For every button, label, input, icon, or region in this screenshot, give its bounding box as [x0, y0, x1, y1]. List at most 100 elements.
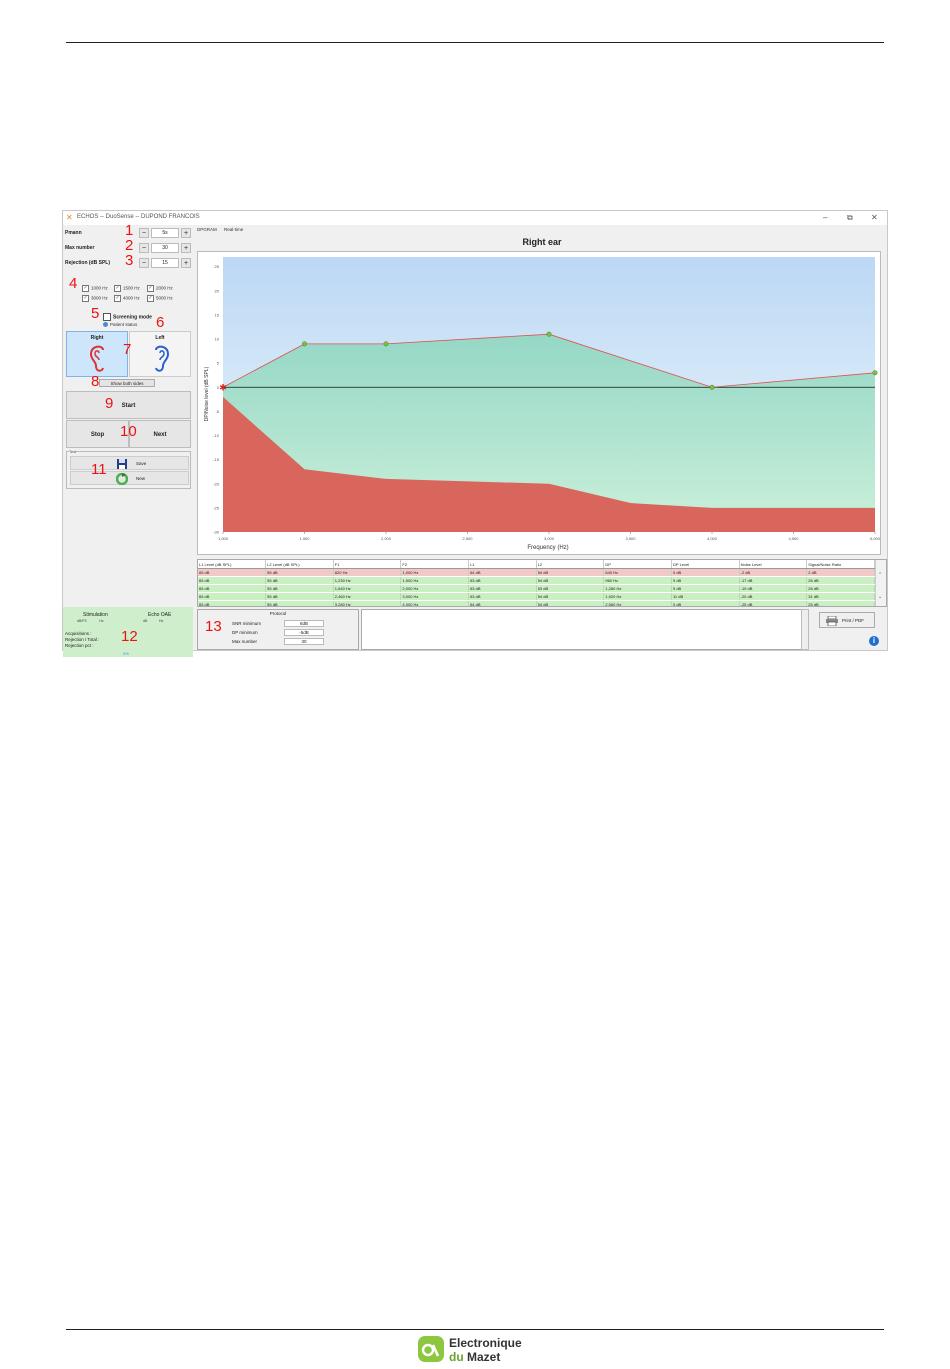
- freq-checkbox-5000[interactable]: ✓ 5000 Hz: [147, 295, 173, 302]
- tab-dpgram[interactable]: DPGRAM: [197, 227, 217, 232]
- chart-frame: -30 -25 -20 -15 -10 -5 0 5 10 15 20 25 1,000 1,500 2,0…: [197, 251, 881, 555]
- table-cell: 31 dB: [806, 592, 875, 601]
- decrement-button[interactable]: −: [139, 228, 149, 238]
- table-cell: 2,460 Hz: [333, 592, 402, 601]
- table-cell: 55 dB: [265, 568, 334, 577]
- column-header[interactable]: Noise Level: [739, 560, 808, 569]
- freq-checkbox-1000[interactable]: ✓ 1000 Hz: [82, 285, 108, 292]
- table-cell: -20 dB: [739, 592, 808, 601]
- x-tick-label: 3,500: [625, 536, 636, 541]
- annotation-11: 11: [91, 461, 107, 478]
- param-value[interactable]: 30: [151, 243, 179, 253]
- table-cell: 4,000 Hz: [400, 600, 470, 606]
- table-scrollbar[interactable]: ⌃ ⌄: [875, 560, 886, 606]
- freq-checkbox-2000[interactable]: ✓ 2000 Hz: [147, 285, 173, 292]
- table-cell: 55 dB: [265, 584, 334, 593]
- table-cell: 960 Hz: [603, 576, 672, 585]
- left-ear-label: Left: [155, 335, 165, 341]
- table-cell: 1,280 Hz: [603, 584, 672, 593]
- x-tick-label: 1,500: [299, 536, 310, 541]
- column-header[interactable]: L2 Level (dB SPL): [265, 560, 334, 569]
- screening-mode-checkbox[interactable]: Screening mode: [103, 313, 152, 321]
- annotation-13: 13: [205, 618, 222, 635]
- y-tick-label: -5: [215, 409, 219, 414]
- dp-minimum-field[interactable]: -5dB: [284, 629, 324, 636]
- print-pdf-button[interactable]: Print / PDF: [819, 612, 875, 628]
- table-cell: 63 dB: [468, 592, 537, 601]
- param-value[interactable]: 5s: [151, 228, 179, 238]
- notes-scrollbar[interactable]: [801, 609, 809, 650]
- table-cell: 65 dB: [198, 600, 267, 606]
- column-header[interactable]: F2: [400, 560, 470, 569]
- column-header[interactable]: L2: [536, 560, 605, 569]
- protocol-label: SNR minimum: [232, 621, 262, 626]
- maximize-button[interactable]: ⧉: [847, 213, 853, 223]
- annotation-4: 4: [69, 275, 78, 292]
- param-value[interactable]: 15: [151, 258, 179, 268]
- save-button[interactable]: Save: [70, 456, 189, 470]
- x-tick-label: 2,000: [381, 536, 392, 541]
- table-cell: 25 dB: [806, 600, 875, 606]
- app-logo-icon: ✕: [66, 213, 73, 222]
- app-window: ✕ ECHOS -- DuoSense -- DUPOND FRANCOIS –…: [62, 210, 888, 657]
- table-row[interactable]: 65 dB 55 dB 1,640 Hz 2,000 Hz 63 dB 53 dB 1,28…: [198, 584, 875, 593]
- left-ear-button[interactable]: Left: [129, 331, 191, 377]
- column-header[interactable]: L1: [468, 560, 537, 569]
- decrement-button[interactable]: −: [139, 243, 149, 253]
- table-cell: -19 dB: [739, 584, 808, 593]
- close-button[interactable]: ✕: [871, 213, 878, 222]
- next-button[interactable]: Next: [129, 420, 191, 448]
- snr-minimum-field[interactable]: 6dB: [284, 620, 324, 627]
- stimulation-unit: dB/FS Hz: [77, 619, 104, 623]
- table-cell: 64 dB: [468, 600, 537, 606]
- tab-real-time[interactable]: Real-time: [224, 227, 243, 232]
- scroll-down-icon[interactable]: ⌄: [878, 594, 882, 600]
- column-header[interactable]: L1 Level (dB SPL): [198, 560, 267, 569]
- table-cell: 63 dB: [468, 584, 537, 593]
- refresh-icon: [116, 473, 128, 485]
- right-ear-label: Right: [90, 335, 104, 341]
- show-both-sides-button[interactable]: Show both sides: [99, 379, 155, 387]
- decrement-button[interactable]: −: [139, 258, 149, 268]
- annotation-5: 5: [91, 305, 100, 322]
- scroll-up-icon[interactable]: ⌃: [878, 572, 882, 578]
- rejection-total-label: Rejection / Total :: [65, 637, 100, 642]
- column-header[interactable]: DP: [603, 560, 672, 569]
- new-button[interactable]: New: [70, 471, 189, 485]
- table-cell: 54 dB: [536, 568, 605, 577]
- column-header[interactable]: Signal/Noise Ratio: [806, 560, 875, 569]
- table-cell: -17 dB: [739, 576, 808, 585]
- dp-point-pass: [383, 341, 389, 347]
- table-cell: 65 dB: [198, 568, 267, 577]
- patient-status-radio[interactable]: Patient status: [103, 322, 137, 328]
- dp-point-pass: [546, 331, 552, 337]
- column-header[interactable]: F1: [333, 560, 402, 569]
- table-cell: 0 dB: [671, 568, 740, 577]
- increment-button[interactable]: +: [181, 228, 191, 238]
- table-row[interactable]: 65 dB 55 dB 3,280 Hz 4,000 Hz 64 dB 54 dB 2,56…: [198, 600, 875, 606]
- minimize-button[interactable]: –: [823, 213, 827, 222]
- annotation-10: 10: [120, 423, 137, 440]
- right-ear-button[interactable]: Right: [66, 331, 128, 377]
- x-tick-label: 2,500: [462, 536, 473, 541]
- table-row[interactable]: 65 dB 55 dB 820 Hz 1,000 Hz 64 dB 54 dB 640 Hz…: [198, 568, 875, 577]
- increment-button[interactable]: +: [181, 243, 191, 253]
- notes-textarea[interactable]: [361, 609, 809, 650]
- freq-checkbox-3000[interactable]: ✓ 3000 Hz: [82, 295, 108, 302]
- new-label: New: [136, 476, 146, 481]
- column-header[interactable]: DP Level: [671, 560, 740, 569]
- freq-checkbox-4000[interactable]: ✓ 4000 Hz: [114, 295, 140, 302]
- page-top-rule: [66, 42, 884, 43]
- max-number-field[interactable]: 30: [284, 638, 324, 645]
- table-row[interactable]: 65 dB 55 dB 2,460 Hz 3,000 Hz 63 dB 54 dB 1,92…: [198, 592, 875, 601]
- freq-checkbox-1500[interactable]: ✓ 1500 Hz: [114, 285, 140, 292]
- table-row[interactable]: 65 dB 55 dB 1,230 Hz 1,500 Hz 63 dB 54 dB 960 …: [198, 576, 875, 585]
- start-button[interactable]: Start: [66, 391, 191, 419]
- increment-button[interactable]: +: [181, 258, 191, 268]
- param-label: Pmann: [65, 230, 82, 236]
- table-cell: 55 dB: [265, 600, 334, 606]
- info-icon[interactable]: i: [869, 636, 879, 646]
- table-cell: -25 dB: [739, 600, 808, 606]
- y-tick-label: -15: [213, 457, 220, 462]
- echo-unit: dB Hz: [143, 619, 164, 623]
